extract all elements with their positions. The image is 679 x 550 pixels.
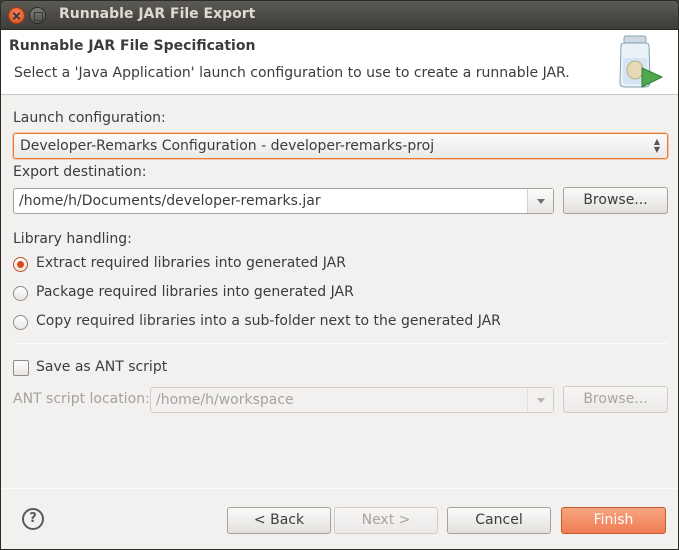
jar-export-icon bbox=[619, 35, 664, 88]
ant-location-label: ANT script location: bbox=[13, 391, 150, 407]
ant-browse-button: Browse... bbox=[563, 386, 668, 413]
footer-divider bbox=[1, 488, 678, 489]
export-dialog: Runnable JAR File Export Runnable JAR Fi… bbox=[0, 0, 679, 550]
radio-label: Extract required libraries into generate… bbox=[36, 255, 346, 271]
window-title: Runnable JAR File Export bbox=[59, 6, 256, 22]
library-handling-label: Library handling: bbox=[13, 231, 132, 247]
ant-location-input: /home/h/workspace bbox=[156, 392, 294, 408]
back-button[interactable]: < Back bbox=[227, 507, 331, 534]
launch-config-select[interactable]: Developer-Remarks Configuration - develo… bbox=[13, 133, 668, 159]
page-title: Runnable JAR File Specification bbox=[9, 38, 256, 54]
export-destination-input[interactable]: /home/h/Documents/developer-remarks.jar bbox=[19, 193, 321, 209]
divider bbox=[13, 343, 668, 344]
radio-button[interactable] bbox=[13, 315, 28, 330]
export-destination-label: Export destination: bbox=[13, 164, 147, 180]
minimize-window-icon[interactable] bbox=[29, 7, 46, 24]
chevron-down-icon[interactable] bbox=[527, 189, 553, 213]
radio-label: Package required libraries into generate… bbox=[36, 284, 354, 300]
title-bar: Runnable JAR File Export bbox=[1, 1, 678, 30]
next-button: Next > bbox=[334, 507, 438, 534]
export-browse-button[interactable]: Browse... bbox=[563, 187, 668, 214]
close-window-icon[interactable] bbox=[8, 7, 25, 24]
help-icon[interactable]: ? bbox=[22, 508, 44, 530]
radio-label: Copy required libraries into a sub-folde… bbox=[36, 313, 501, 329]
launch-config-label: Launch configuration: bbox=[13, 110, 166, 126]
export-destination-combo[interactable]: /home/h/Documents/developer-remarks.jar bbox=[13, 188, 554, 214]
launch-config-value: Developer-Remarks Configuration - develo… bbox=[20, 138, 435, 154]
radio-button[interactable] bbox=[13, 257, 28, 272]
save-ant-checkbox[interactable] bbox=[13, 360, 29, 376]
cancel-button[interactable]: Cancel bbox=[447, 507, 551, 534]
ant-location-combo: /home/h/workspace bbox=[150, 387, 554, 413]
spin-arrows-icon: ▲ ▼ bbox=[653, 137, 660, 154]
page-description: Select a 'Java Application' launch confi… bbox=[14, 65, 570, 81]
chevron-down-icon bbox=[527, 388, 553, 412]
finish-button[interactable]: Finish bbox=[561, 507, 666, 534]
save-ant-label: Save as ANT script bbox=[36, 359, 168, 375]
radio-button[interactable] bbox=[13, 286, 28, 301]
dialog-header: Runnable JAR File Specification Select a… bbox=[1, 30, 678, 95]
